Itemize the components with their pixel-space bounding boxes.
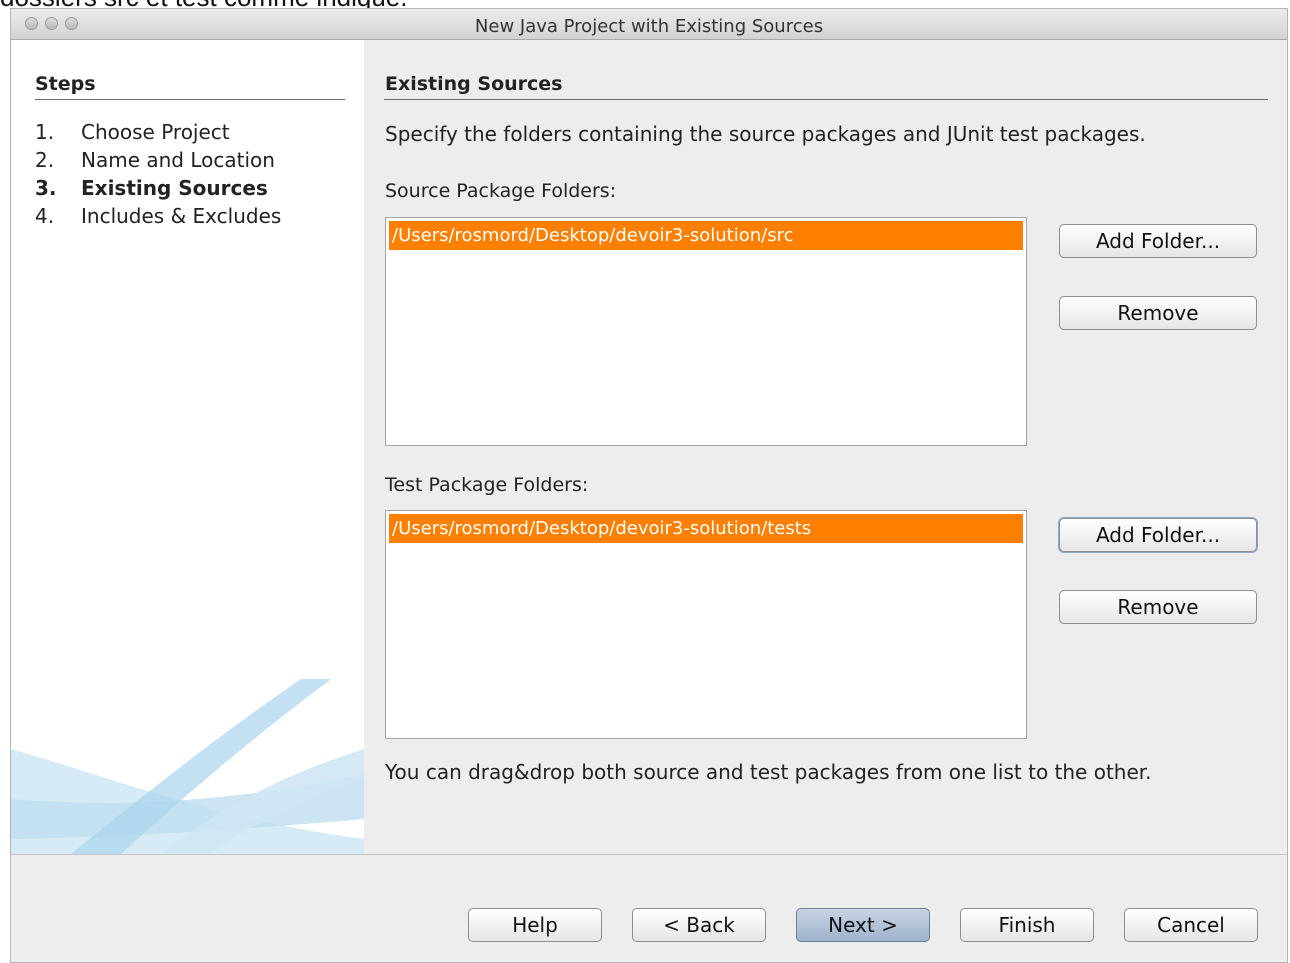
add-source-folder-button[interactable]: Add Folder...	[1059, 224, 1257, 258]
title-bar[interactable]: New Java Project with Existing Sources	[11, 9, 1287, 40]
step-number: 1.	[35, 120, 55, 144]
remove-source-folder-button[interactable]: Remove	[1059, 296, 1257, 330]
remove-test-folder-button[interactable]: Remove	[1059, 590, 1257, 624]
help-button[interactable]: Help	[468, 908, 602, 942]
step-label: Includes & Excludes	[81, 204, 282, 228]
source-folder-item[interactable]: /Users/rosmord/Desktop/devoir3-solution/…	[389, 221, 1023, 250]
source-folders-label: Source Package Folders:	[385, 180, 617, 202]
existing-sources-panel: Existing Sources Specify the folders con…	[384, 40, 1269, 854]
step-label: Existing Sources	[81, 176, 268, 200]
panel-title: Existing Sources	[385, 73, 563, 95]
back-button[interactable]: < Back	[632, 908, 766, 942]
test-folders-list[interactable]: /Users/rosmord/Desktop/devoir3-solution/…	[385, 510, 1027, 739]
dialog-window: New Java Project with Existing Sources S…	[10, 8, 1288, 963]
steps-divider	[35, 99, 345, 100]
panel-description: Specify the folders containing the sourc…	[385, 122, 1146, 146]
test-folders-label: Test Package Folders:	[385, 474, 589, 496]
decorative-swoosh-graphic	[11, 679, 364, 854]
steps-title: Steps	[35, 73, 96, 95]
footer-divider	[11, 854, 1287, 855]
source-folders-list[interactable]: /Users/rosmord/Desktop/devoir3-solution/…	[385, 217, 1027, 446]
step-item-choose-project: 1. Choose Project	[35, 120, 281, 148]
window-title: New Java Project with Existing Sources	[474, 16, 824, 37]
step-label: Choose Project	[81, 120, 230, 144]
cancel-button[interactable]: Cancel	[1124, 908, 1258, 942]
step-item-includes-excludes: 4. Includes & Excludes	[35, 204, 281, 232]
step-number: 2.	[35, 148, 55, 172]
step-item-existing-sources: 3. Existing Sources	[35, 176, 281, 204]
next-button[interactable]: Next >	[796, 908, 930, 942]
add-test-folder-button[interactable]: Add Folder...	[1059, 518, 1257, 552]
step-label: Name and Location	[81, 148, 275, 172]
finish-button[interactable]: Finish	[960, 908, 1094, 942]
step-number: 4.	[35, 204, 55, 228]
step-number: 3.	[35, 176, 57, 200]
steps-list: 1. Choose Project 2. Name and Location 3. E…	[35, 120, 281, 232]
drag-drop-tip: You can drag&drop both source and test p…	[385, 760, 1152, 784]
steps-sidebar: Steps 1. Choose Project 2. Name and Locati…	[11, 40, 364, 854]
step-item-name-location: 2. Name and Location	[35, 148, 281, 176]
test-folder-item[interactable]: /Users/rosmord/Desktop/devoir3-solution/…	[389, 514, 1023, 543]
panel-divider	[384, 99, 1268, 100]
